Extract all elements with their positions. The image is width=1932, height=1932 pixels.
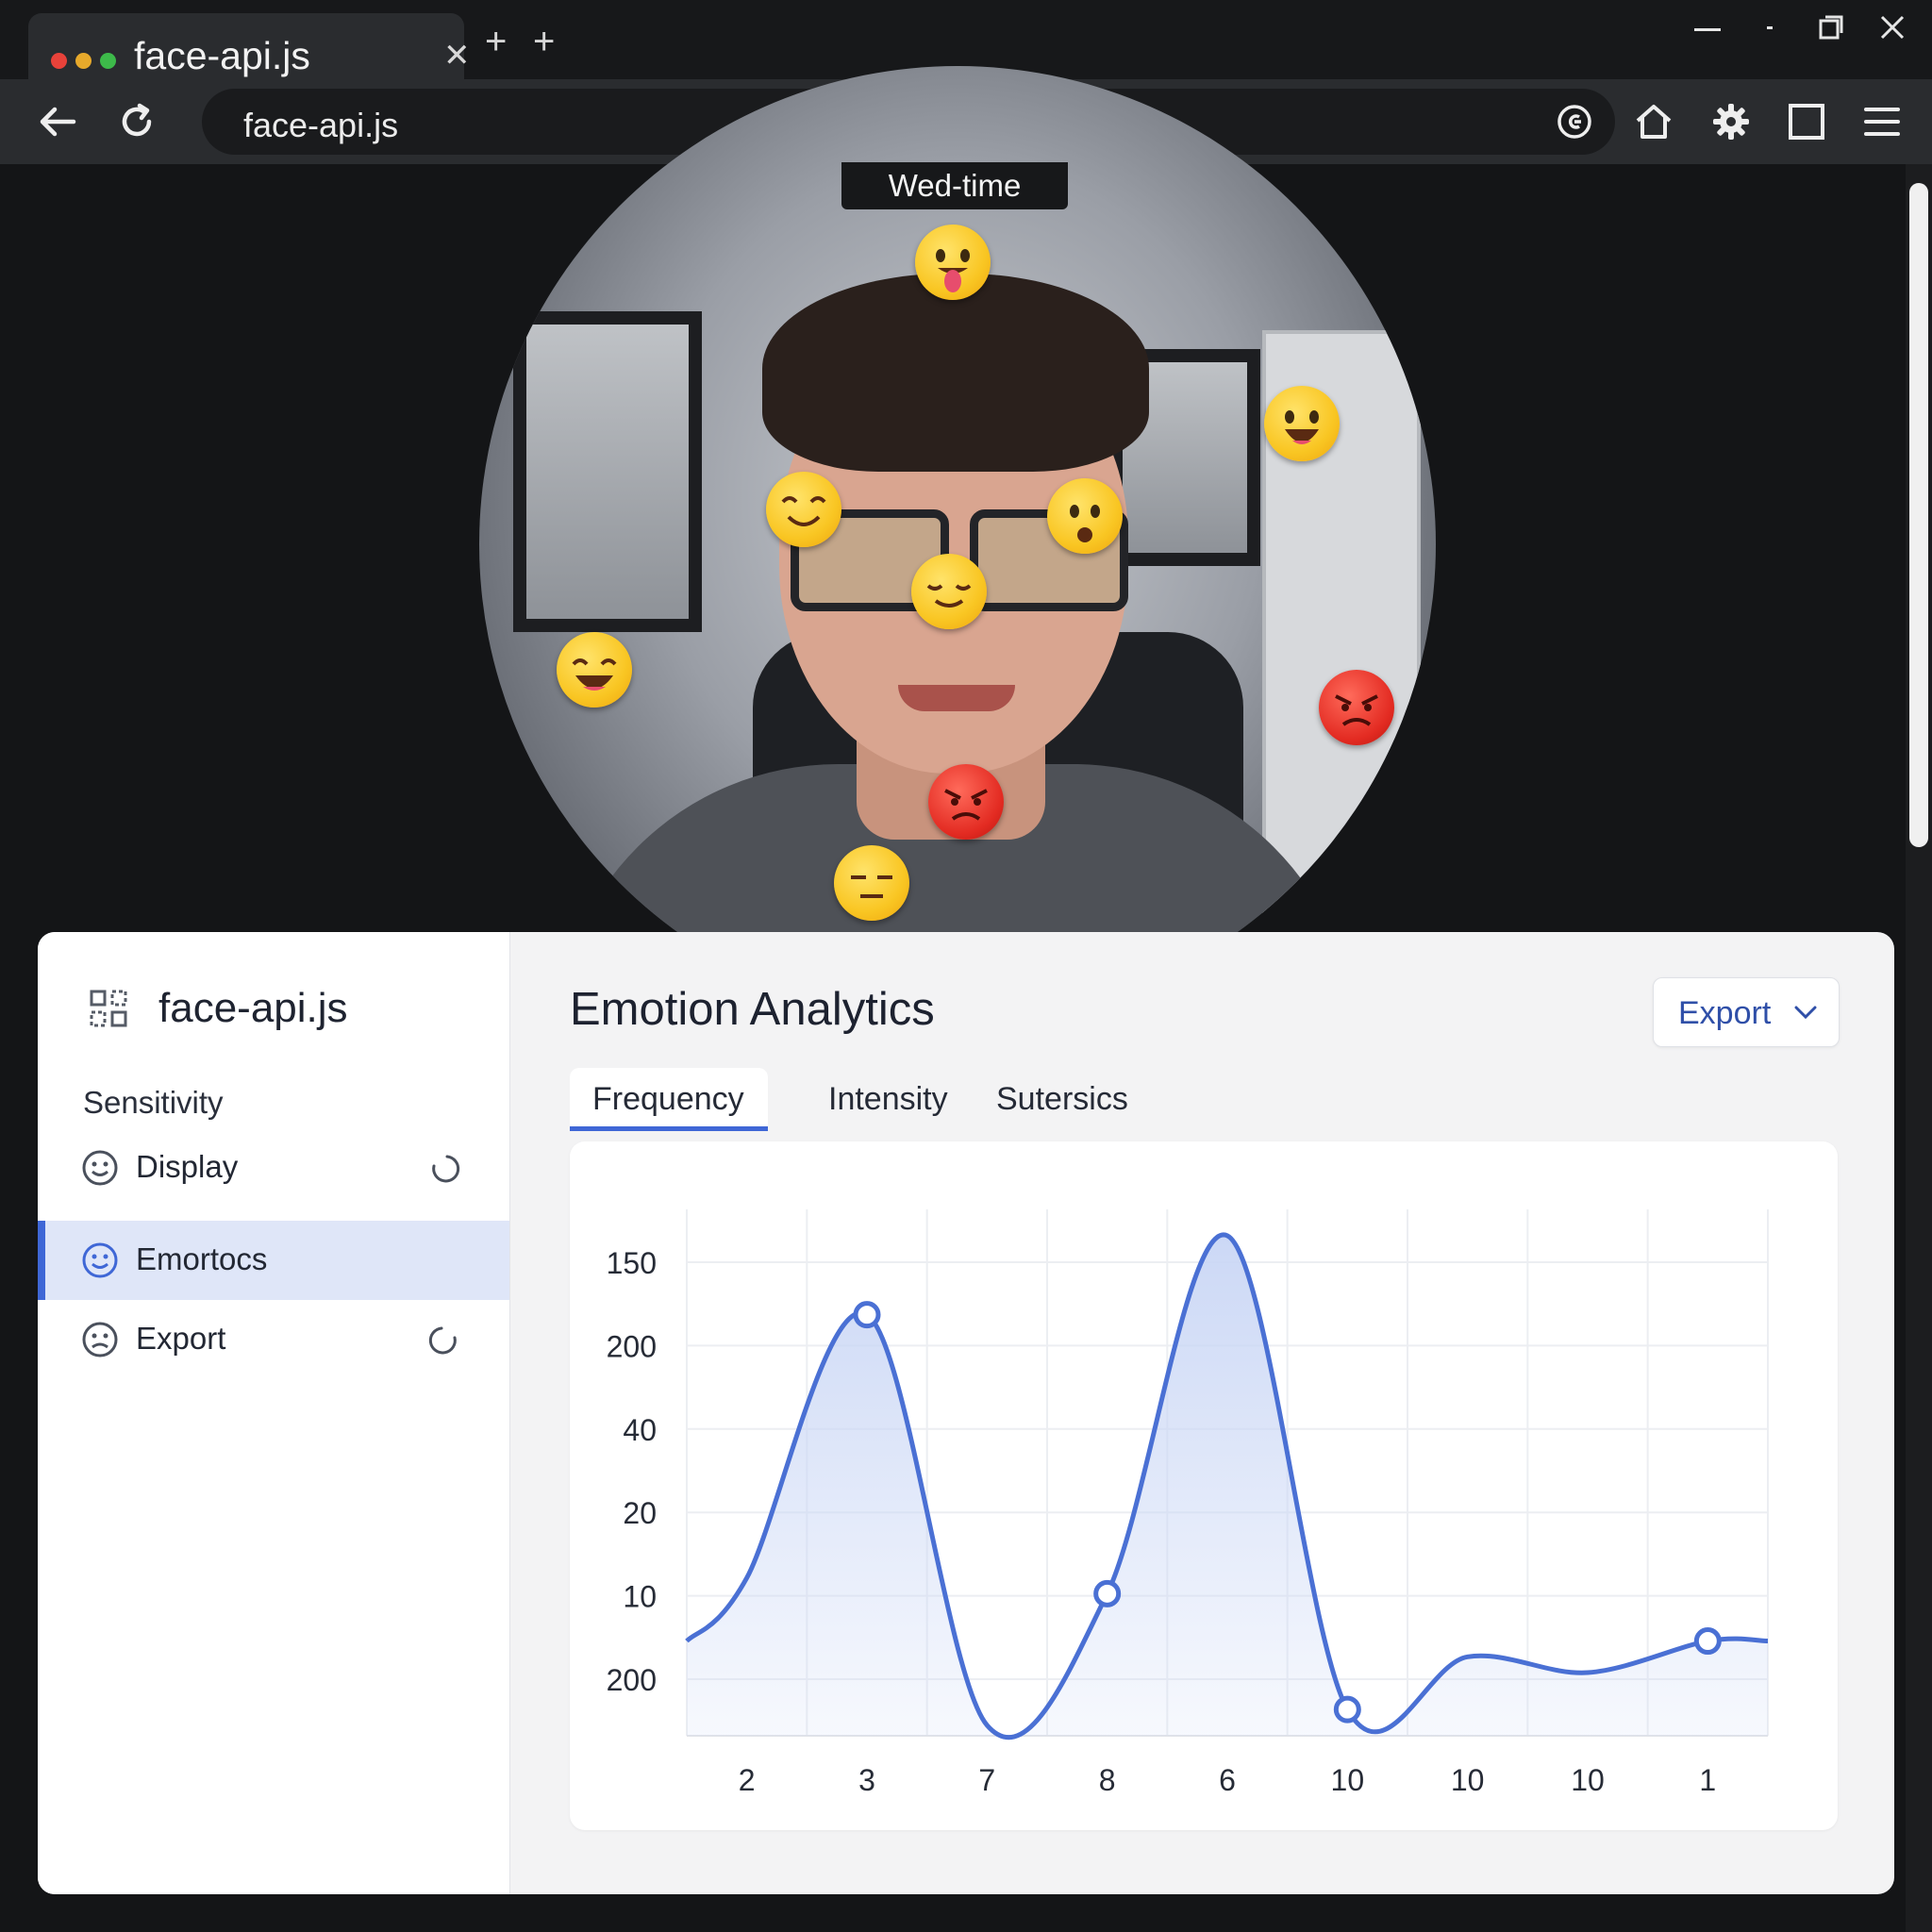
smiling-emoji-icon — [766, 472, 841, 547]
analytics-panel: face-api.js Sensitivity Display Emortocs — [38, 932, 1894, 1894]
x-tick-label: 7 — [978, 1763, 995, 1797]
new-tab-icon[interactable]: + — [533, 23, 555, 60]
chevron-down-icon — [1794, 1006, 1817, 1020]
loading-spinner-icon — [432, 1155, 460, 1183]
minimize-icon[interactable] — [1694, 26, 1723, 32]
maximize-icon[interactable] — [1819, 15, 1843, 40]
x-tick-label: 2 — [739, 1763, 756, 1797]
tab-title: face-api.js — [134, 34, 310, 77]
home-icon[interactable] — [1632, 100, 1675, 143]
x-tick-label: 3 — [858, 1763, 875, 1797]
yellow-dot-icon — [75, 53, 92, 69]
angry-emoji-icon — [1319, 670, 1394, 745]
sidebar-item-label: Export — [136, 1321, 226, 1356]
tab-label: Intensity — [828, 1081, 948, 1117]
expressionless-emoji-icon — [834, 845, 909, 921]
wall-picture — [513, 311, 702, 632]
area-fill — [687, 1234, 1768, 1738]
browser-tab[interactable]: face-api.js ✕ — [28, 13, 471, 79]
grinning-emoji-icon — [1264, 386, 1340, 461]
reload-icon[interactable] — [115, 100, 158, 143]
brand-name: face-api.js — [158, 985, 348, 1031]
new-tab-icon[interactable]: + — [485, 23, 507, 60]
tab-close-icon[interactable]: ✕ — [443, 40, 471, 72]
y-tick-label: 200 — [607, 1663, 657, 1697]
page-scrollbar[interactable] — [1906, 164, 1932, 1932]
camera-feed — [479, 66, 1436, 1023]
site-info-icon[interactable] — [1555, 102, 1594, 142]
chart-card: 150 200 40 20 10 200 2 3 7 8 6 10 10 10 1 — [570, 1141, 1838, 1830]
frequency-chart: 150 200 40 20 10 200 2 3 7 8 6 10 10 10 1 — [607, 1209, 1769, 1797]
main-content: Emotion Analytics Export Frequency Inten… — [509, 932, 1894, 1894]
y-tick-label: 40 — [623, 1413, 657, 1447]
sidebar-item-export[interactable]: Export — [38, 1300, 509, 1379]
x-tick-label: 6 — [1219, 1763, 1236, 1797]
x-tick-label: 10 — [1331, 1763, 1365, 1797]
tab-label: Frequency — [592, 1081, 744, 1117]
x-tick-label: 8 — [1099, 1763, 1116, 1797]
smile-icon — [82, 1242, 118, 1278]
y-tick-label: 200 — [607, 1329, 657, 1363]
scroll-thumb[interactable] — [1909, 183, 1928, 847]
y-tick-label: 10 — [623, 1580, 657, 1614]
person-mouth — [898, 685, 1015, 711]
sidebar-item-label: Emortocs — [136, 1241, 268, 1276]
data-point — [853, 1301, 881, 1329]
sidebar-item-emotions[interactable]: Emortocs — [38, 1221, 509, 1300]
grid-logo-icon — [90, 990, 127, 1027]
sidebar-item-label: Display — [136, 1149, 239, 1184]
worried-emoji-icon — [1047, 478, 1123, 554]
x-tick-label: 10 — [1571, 1763, 1605, 1797]
back-arrow-icon[interactable] — [36, 100, 79, 143]
red-dot-icon — [51, 53, 67, 69]
loading-spinner-icon — [428, 1326, 457, 1355]
tab-sutersics[interactable]: Sutersics — [974, 1068, 1153, 1126]
export-button[interactable]: Export — [1653, 977, 1840, 1047]
x-tick-label: 1 — [1699, 1763, 1716, 1797]
data-point — [1333, 1695, 1361, 1724]
y-tick-label: 150 — [607, 1246, 657, 1280]
smile-icon — [82, 1150, 118, 1186]
tongue-out-emoji-icon — [915, 225, 991, 300]
green-dot-icon — [100, 53, 116, 69]
data-point — [1093, 1579, 1122, 1607]
tab-label: Sutersics — [996, 1081, 1128, 1117]
tab-intensity[interactable]: Intensity — [806, 1068, 966, 1126]
relieved-emoji-icon — [911, 554, 987, 629]
menu-icon[interactable] — [1860, 100, 1904, 143]
gear-icon[interactable] — [1709, 100, 1753, 143]
sidebar: face-api.js Sensitivity Display Emortocs — [38, 932, 510, 1894]
frown-icon — [82, 1322, 118, 1357]
data-point — [1693, 1627, 1722, 1656]
sidebar-heading: Sensitivity — [83, 1085, 224, 1120]
person-hair — [762, 274, 1149, 472]
page-title: Emotion Analytics — [570, 984, 935, 1035]
x-tick-label: 10 — [1451, 1763, 1485, 1797]
restore-icon[interactable] — [1767, 25, 1776, 30]
url-text: face-api.js — [243, 106, 399, 144]
sidebar-item-display[interactable]: Display — [38, 1128, 509, 1208]
window-icon[interactable] — [1785, 100, 1828, 143]
tab-frequency[interactable]: Frequency — [570, 1068, 768, 1131]
angry-emoji-icon — [928, 764, 1004, 840]
grinning-big-emoji-icon — [557, 632, 632, 708]
close-window-icon[interactable] — [1880, 15, 1905, 40]
y-tick-label: 20 — [623, 1496, 657, 1530]
export-label: Export — [1678, 995, 1772, 1031]
camera-label: Wed-time — [841, 162, 1068, 209]
